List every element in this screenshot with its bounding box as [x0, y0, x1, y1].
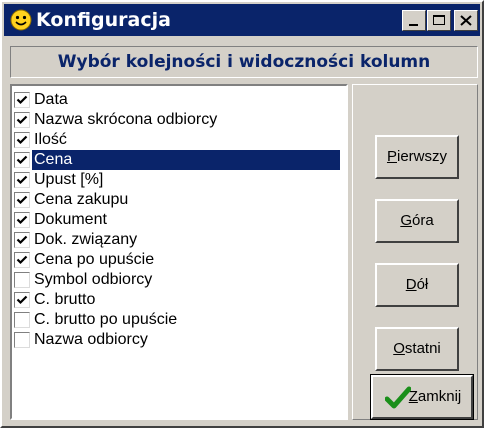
- checkmark-icon: [16, 135, 28, 145]
- checkbox-checked[interactable]: [14, 212, 30, 228]
- close-window-button[interactable]: [454, 10, 478, 31]
- column-checklist[interactable]: Data Nazwa skrócona odbiorcy Ilość Cena Upus…: [10, 84, 348, 420]
- close-label: amknij: [417, 388, 462, 405]
- list-item[interactable]: Cena zakupu: [12, 190, 344, 210]
- minimize-icon: [409, 24, 418, 26]
- list-item-label: Symbol odbiorcy: [34, 271, 153, 288]
- list-item-label: Cena po upuście: [34, 251, 155, 268]
- list-item-label: Data: [34, 91, 68, 108]
- checkbox-checked[interactable]: [14, 92, 30, 108]
- list-item-label: C. brutto: [34, 291, 96, 308]
- checkmark-icon: [16, 175, 28, 185]
- list-item[interactable]: Nazwa odbiorcy: [12, 330, 344, 350]
- title-bar[interactable]: Konfiguracja: [4, 4, 480, 36]
- checkbox-checked[interactable]: [14, 292, 30, 308]
- checkmark-icon: [385, 386, 411, 409]
- checkbox-checked[interactable]: [14, 132, 30, 148]
- checkmark-icon: [16, 235, 28, 245]
- minimize-button[interactable]: [402, 10, 426, 31]
- list-item[interactable]: C. brutto po upuście: [12, 310, 344, 330]
- checkbox-unchecked[interactable]: [14, 332, 30, 348]
- first-label: ierwszy: [397, 148, 448, 165]
- close-icon: [460, 15, 472, 26]
- checkmark-icon: [16, 255, 28, 265]
- list-item-label: Nazwa skrócona odbiorcy: [34, 111, 218, 128]
- first-mnemonic: P: [386, 148, 397, 165]
- list-item[interactable]: Cena po upuście: [12, 250, 344, 270]
- section-header: Wybór kolejności i widoczności kolumn: [10, 46, 478, 78]
- last-mnemonic: O: [393, 340, 405, 357]
- checkbox-unchecked[interactable]: [14, 272, 30, 288]
- header-label: Wybór kolejności i widoczności kolumn: [57, 52, 431, 72]
- checkmark-icon: [16, 295, 28, 305]
- list-item-label: Dokument: [34, 211, 107, 228]
- first-button[interactable]: Pierwszy: [375, 135, 459, 179]
- list-item[interactable]: C. brutto: [12, 290, 344, 310]
- checkbox-checked[interactable]: [14, 232, 30, 248]
- list-item[interactable]: Data: [12, 90, 344, 110]
- maximize-button[interactable]: [427, 10, 451, 31]
- list-item[interactable]: Dokument: [12, 210, 344, 230]
- window-title: Konfiguracja: [36, 9, 171, 31]
- button-panel: Pierwszy Góra Dół Ostatni Zamknij: [352, 84, 478, 420]
- checkmark-icon: [16, 195, 28, 205]
- list-item-label: Cena zakupu: [34, 191, 129, 208]
- checkbox-checked[interactable]: [14, 252, 30, 268]
- checkbox-checked[interactable]: [14, 192, 30, 208]
- list-item[interactable]: Cena: [12, 149, 344, 171]
- list-item-label: Nazwa odbiorcy: [34, 331, 148, 348]
- last-button[interactable]: Ostatni: [375, 327, 459, 371]
- list-item-label: C. brutto po upuście: [34, 311, 178, 328]
- smiley-icon: [10, 9, 32, 31]
- dialog-window: Konfiguracja Wybór kolejności i widoczno…: [0, 0, 484, 428]
- up-label: óra: [411, 212, 434, 229]
- checkbox-checked[interactable]: [14, 172, 30, 188]
- checkmark-icon: [16, 115, 28, 125]
- maximize-icon: [433, 15, 445, 25]
- list-item-label: Dok. związany: [34, 231, 138, 248]
- list-item-label: Ilość: [34, 131, 67, 148]
- list-item[interactable]: Dok. związany: [12, 230, 344, 250]
- up-button[interactable]: Góra: [375, 199, 459, 243]
- list-item[interactable]: Ilość: [12, 130, 344, 150]
- list-item[interactable]: Symbol odbiorcy: [12, 270, 344, 290]
- checkmark-icon: [16, 215, 28, 225]
- checkbox-unchecked[interactable]: [14, 312, 30, 328]
- checkmark-icon: [16, 95, 28, 105]
- close-dialog-button[interactable]: Zamknij: [371, 375, 473, 419]
- down-button[interactable]: Dół: [375, 263, 459, 307]
- checkbox-checked[interactable]: [14, 112, 30, 128]
- up-mnemonic: G: [400, 212, 412, 229]
- checkmark-icon: [16, 155, 28, 165]
- down-mnemonic: D: [405, 276, 417, 293]
- down-label: ół: [416, 276, 429, 293]
- last-label: statni: [404, 340, 441, 357]
- list-item-label: Upust [%]: [34, 171, 104, 188]
- list-item-label: Cena: [31, 149, 341, 171]
- list-item[interactable]: Upust [%]: [12, 170, 344, 190]
- checkbox-checked[interactable]: [14, 152, 30, 168]
- list-item[interactable]: Nazwa skrócona odbiorcy: [12, 110, 344, 130]
